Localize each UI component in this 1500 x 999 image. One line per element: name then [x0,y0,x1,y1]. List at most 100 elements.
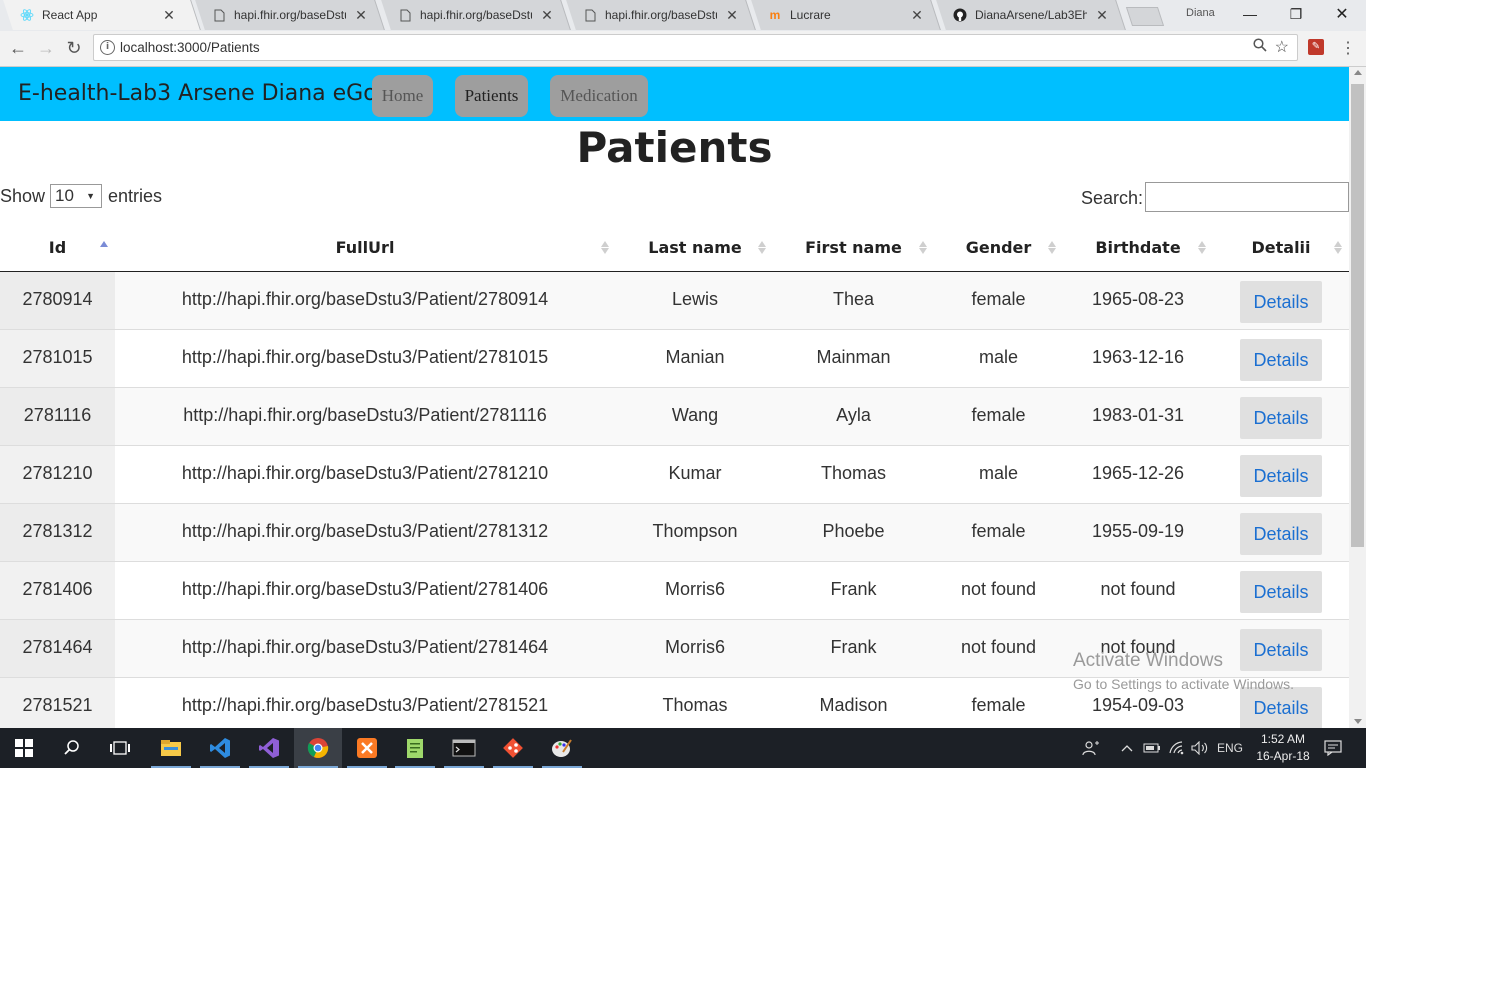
close-tab-icon[interactable]: ✕ [354,7,368,24]
table-row: 2780914 http://hapi.fhir.org/baseDstu3/P… [0,272,1349,330]
browser-tab[interactable]: hapi.fhir.org/baseDstu3 ✕ [195,0,385,30]
search-input[interactable] [1145,182,1349,212]
close-tab-icon[interactable]: ✕ [1095,7,1109,24]
browser-tab[interactable]: DianaArsene/Lab3Eheal ✕ [936,0,1126,30]
cell-last-name: Morris6 [664,579,725,599]
cell-birthdate: 1965-12-26 [1091,463,1185,483]
back-icon[interactable]: ← [6,36,30,60]
cell-birthdate: 1965-08-23 [1091,289,1185,309]
entries-length-control: Show 10 ▼ entries [0,184,162,208]
reload-icon[interactable]: ↻ [62,36,86,60]
table-row: 2781116 http://hapi.fhir.org/baseDstu3/P… [0,388,1349,446]
page-icon [583,8,597,22]
column-header-fullurl[interactable]: FullUrl [115,238,615,257]
details-button[interactable]: Details [1240,629,1322,671]
nav-patients-button[interactable]: Patients [455,75,528,117]
cell-last-name: Thompson [652,521,738,541]
info-icon[interactable]: i [100,40,115,55]
cell-first-name: Thomas [820,463,887,483]
details-button[interactable]: Details [1240,339,1322,381]
column-header-birthdate[interactable]: Birthdate [1065,238,1211,257]
browser-tab[interactable]: React App ✕ [3,0,201,30]
column-header-id[interactable]: Id [0,238,115,257]
file-explorer-icon[interactable] [147,728,195,768]
url-text: localhost:3000/Patients [120,40,260,55]
visual-studio-icon[interactable] [245,728,293,768]
close-tab-icon[interactable]: ✕ [162,7,176,24]
details-button[interactable]: Details [1240,281,1322,323]
browser-menu-icon[interactable]: ⋮ [1340,38,1356,58]
sort-icon [919,241,927,254]
close-tab-icon[interactable]: ✕ [725,7,739,24]
scroll-down-icon[interactable] [1354,719,1362,724]
details-button[interactable]: Details [1240,513,1322,555]
close-tab-icon[interactable]: ✕ [540,7,554,24]
page-scrollbar[interactable] [1349,67,1366,728]
details-button[interactable]: Details [1240,571,1322,613]
people-icon[interactable] [1082,728,1100,768]
details-button[interactable]: Details [1240,687,1322,728]
nav-home-button[interactable]: Home [372,75,433,117]
forward-icon[interactable]: → [34,36,58,60]
profile-name[interactable]: Diana [1186,7,1215,19]
column-header-last-name[interactable]: Last name [615,238,775,257]
paint-icon[interactable] [538,728,586,768]
vscode-icon[interactable] [196,728,244,768]
xampp-icon[interactable] [343,728,391,768]
chrome-icon[interactable] [294,728,342,768]
task-view-icon[interactable] [96,728,144,768]
entries-select[interactable]: 10 ▼ [50,184,103,208]
windows-taskbar: ENG 1:52 AM 16-Apr-18 [0,728,1366,768]
table-row: 2781406 http://hapi.fhir.org/baseDstu3/P… [0,562,1349,620]
terminal-icon[interactable] [440,728,488,768]
windows-start-icon[interactable] [0,728,48,768]
cell-gender: male [978,463,1018,483]
clock-date: 16-Apr-18 [1256,749,1310,763]
details-button[interactable]: Details [1240,455,1322,497]
scrollbar-thumb[interactable] [1351,84,1364,547]
tab-title: Lucrare [790,8,831,22]
search-icon[interactable] [48,728,96,768]
cell-gender: female [971,289,1026,309]
cell-id: 2780914 [22,289,93,309]
browser-tab[interactable]: m Lucrare ✕ [751,0,941,30]
cell-id: 2781210 [22,463,93,483]
browser-tab[interactable]: hapi.fhir.org/baseDstu3 ✕ [381,0,571,30]
dropdown-arrow-icon: ▼ [86,191,96,201]
scroll-up-icon[interactable] [1354,70,1362,75]
address-bar[interactable]: i localhost:3000/Patients ☆ [93,34,1298,61]
bookmark-star-icon[interactable]: ☆ [1275,37,1289,57]
cell-gender: female [971,405,1026,425]
screen: React App ✕ hapi.fhir.org/baseDstu3 ✕ ha… [0,0,1366,768]
column-header-detalii[interactable]: Detalii [1211,238,1349,257]
git-icon[interactable] [489,728,537,768]
column-header-gender[interactable]: Gender [932,238,1065,257]
sort-icon [758,241,766,254]
notepad-plus-icon[interactable] [391,728,439,768]
system-clock[interactable]: 1:52 AM 16-Apr-18 [1248,731,1318,765]
volume-icon[interactable] [1191,728,1209,768]
sort-icon [601,241,609,254]
restore-icon[interactable]: ❐ [1273,0,1319,28]
zoom-icon[interactable] [1253,38,1267,55]
column-header-first-name[interactable]: First name [775,238,932,257]
cell-birthdate: 1954-09-03 [1091,695,1185,715]
cell-last-name: Thomas [662,695,728,715]
extension-icon[interactable]: ✎ [1308,39,1324,55]
app-brand[interactable]: E-health-Lab3 Arsene Diana eGov [18,81,390,106]
minimize-icon[interactable]: — [1227,0,1273,28]
close-tab-icon[interactable]: ✕ [910,7,924,24]
cell-id: 2781312 [22,521,93,541]
table-body: 2780914 http://hapi.fhir.org/baseDstu3/P… [0,272,1349,728]
chevron-up-icon[interactable] [1120,728,1134,768]
page-content: E-health-Lab3 Arsene Diana eGov Home Pat… [0,67,1349,728]
details-button[interactable]: Details [1240,397,1322,439]
language-indicator[interactable]: ENG [1217,728,1243,768]
battery-icon[interactable] [1143,728,1161,768]
browser-tab[interactable]: hapi.fhir.org/baseDstu3 ✕ [566,0,756,30]
new-tab-button[interactable] [1125,7,1165,26]
notifications-icon[interactable] [1324,728,1342,768]
wifi-icon[interactable] [1168,728,1186,768]
nav-medication-button[interactable]: Medication [550,75,648,117]
close-window-icon[interactable]: ✕ [1319,0,1365,28]
